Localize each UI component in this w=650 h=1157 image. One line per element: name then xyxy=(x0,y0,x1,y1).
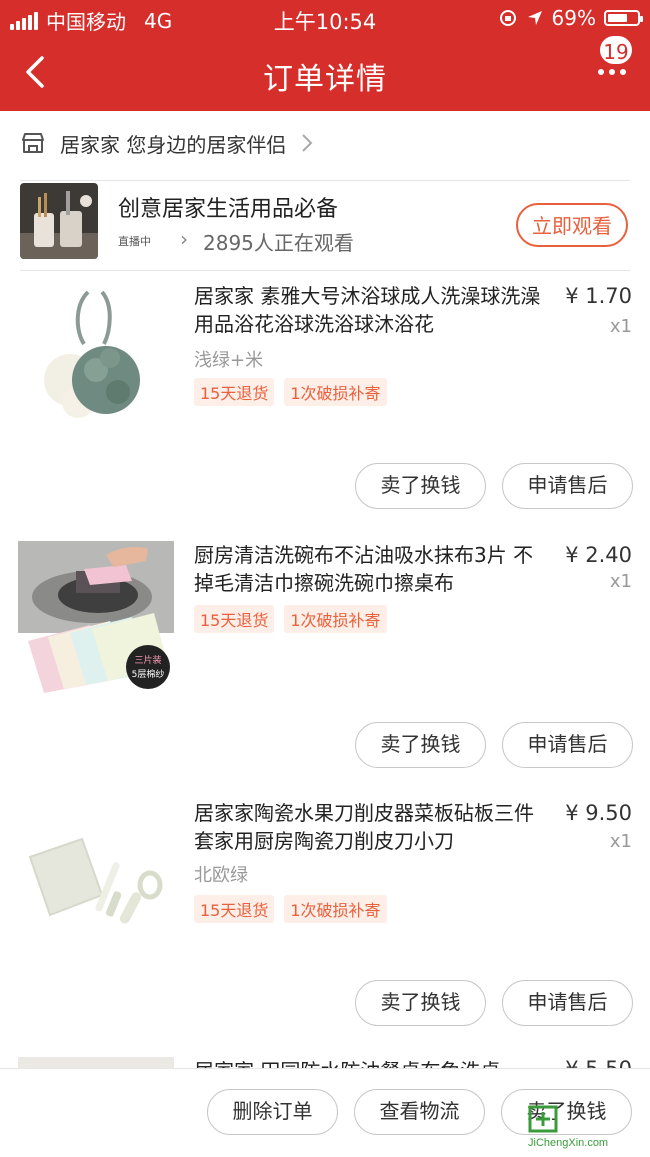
delete-order-button[interactable]: 删除订单 xyxy=(207,1089,338,1135)
product-name[interactable]: 居家家 田园防水防油餐桌布免洗桌 xyxy=(194,1057,550,1068)
battery-percent: 69% xyxy=(551,6,596,30)
product-image-dish-cloth[interactable]: 三片装 5层棉纱 xyxy=(18,541,174,697)
sell-button[interactable]: 卖了换钱 xyxy=(355,980,486,1026)
battery-icon xyxy=(604,10,643,26)
sell-button[interactable]: 卖了换钱 xyxy=(355,463,486,509)
after-sales-button[interactable]: 申请售后 xyxy=(502,463,633,509)
header-bar: 中国移动 4G 上午10:54 69% 订单详情 19 xyxy=(0,0,650,111)
live-banner[interactable]: 创意居家生活用品必备 直播中 › 2895人正在观看 立即观看 xyxy=(20,183,630,261)
sell-button[interactable]: 卖了换钱 xyxy=(355,722,486,768)
return-policy-tag: 15天退货 xyxy=(194,895,275,923)
damage-reship-tag: 1次破损补寄 xyxy=(284,605,387,633)
product-image-ceramic-knife-set[interactable] xyxy=(18,799,174,955)
watermark-text: JiChengXin.com xyxy=(528,1137,609,1149)
product-price: ¥ 5.50 xyxy=(565,1057,632,1068)
product-name[interactable]: 居家家陶瓷水果刀削皮器菜板砧板三件套家用厨房陶瓷刀削皮刀小刀 xyxy=(194,799,550,855)
chevron-right-icon xyxy=(302,134,313,152)
product-name[interactable]: 居家家 素雅大号沐浴球成人洗澡球洗澡用品浴花浴球洗浴球沐浴花 xyxy=(194,282,550,338)
product-price: ¥ 1.70 xyxy=(565,284,632,308)
return-policy-tag: 15天退货 xyxy=(194,605,275,633)
watermark-logo-icon xyxy=(528,1105,558,1133)
order-item: 居家家 田园防水防油餐桌布免洗桌 ¥ 5.50 xyxy=(0,1057,650,1068)
product-quantity: x1 xyxy=(609,831,632,852)
chevron-right-icon: › xyxy=(180,227,188,251)
site-watermark: JiChengXin.com xyxy=(528,1105,640,1149)
shop-row[interactable]: 居家家 您身边的居家伴侣 xyxy=(20,118,630,168)
location-arrow-icon xyxy=(527,11,542,25)
live-thumbnail xyxy=(20,183,98,259)
store-icon xyxy=(22,133,44,153)
product-name[interactable]: 厨房清洁洗碗布不沾油吸水抹布3片 不掉毛清洁巾擦碗洗碗巾擦桌布 xyxy=(194,541,550,597)
product-quantity: x1 xyxy=(609,571,632,592)
live-status-tag: 直播中 xyxy=(118,235,151,248)
product-sku: 浅绿+米 xyxy=(194,350,264,371)
product-image-tablecloth[interactable] xyxy=(18,1057,174,1068)
shop-name: 居家家 您身边的居家伴侣 xyxy=(60,132,287,157)
after-sales-button[interactable]: 申请售后 xyxy=(502,980,633,1026)
divider xyxy=(20,270,630,271)
pack-badge-bottom: 5层棉纱 xyxy=(132,668,165,680)
pack-badge-top: 三片装 xyxy=(134,654,161,666)
more-menu-icon[interactable] xyxy=(592,62,632,82)
bottom-action-bar: 删除订单 查看物流 卖了换钱 JiChengXin.com xyxy=(0,1068,650,1157)
rotation-lock-icon xyxy=(499,10,516,26)
product-image-bath-sponge[interactable] xyxy=(18,282,174,438)
live-title: 创意居家生活用品必备 xyxy=(118,197,339,222)
return-policy-tag: 15天退货 xyxy=(194,378,275,406)
live-viewers: 2895人正在观看 xyxy=(203,231,354,255)
view-logistics-button[interactable]: 查看物流 xyxy=(354,1089,485,1135)
damage-reship-tag: 1次破损补寄 xyxy=(284,378,387,406)
product-price: ¥ 2.40 xyxy=(565,543,632,567)
status-bar: 中国移动 4G 上午10:54 69% xyxy=(0,0,650,38)
product-price: ¥ 9.50 xyxy=(565,801,632,825)
damage-reship-tag: 1次破损补寄 xyxy=(284,895,387,923)
divider xyxy=(20,180,630,181)
after-sales-button[interactable]: 申请售后 xyxy=(502,722,633,768)
product-quantity: x1 xyxy=(609,316,632,337)
watch-now-button[interactable]: 立即观看 xyxy=(516,203,628,247)
product-sku: 北欧绿 xyxy=(194,865,248,886)
page-title: 订单详情 xyxy=(263,62,387,97)
